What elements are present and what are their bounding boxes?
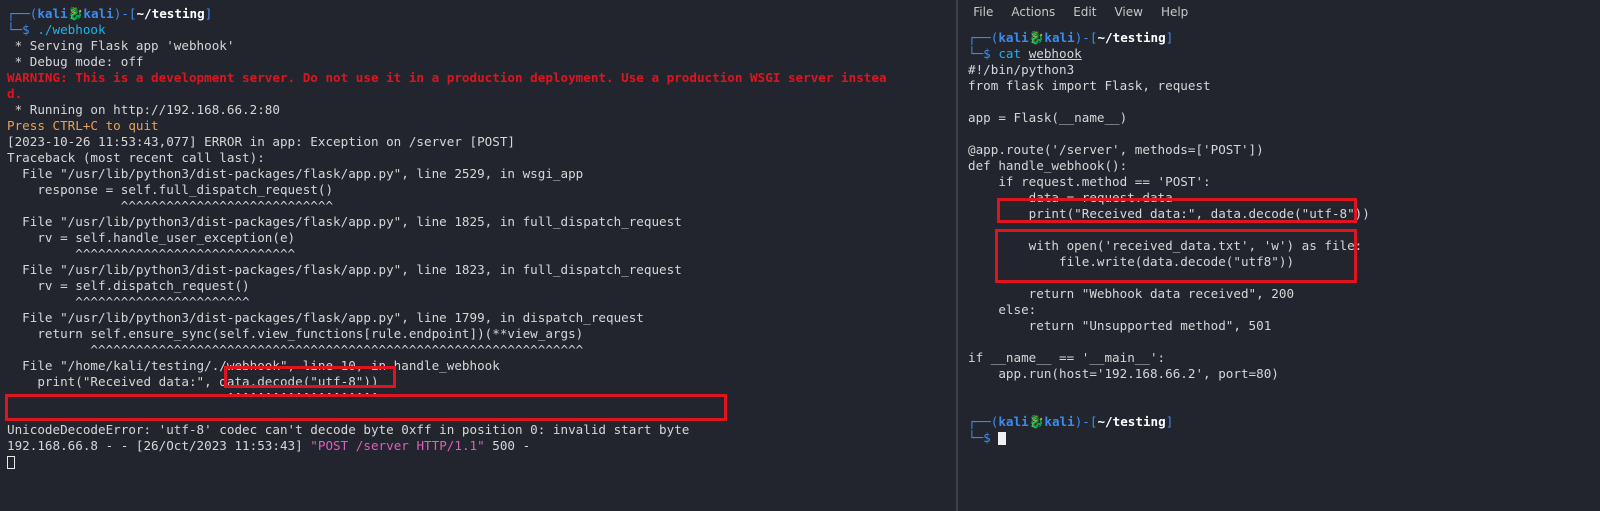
warning-line: d. [7, 86, 23, 101]
highlight-box-unicode-error [5, 394, 727, 421]
kali-dragon-icon: 🐉 [67, 6, 84, 21]
prompt-user: kali [37, 6, 68, 21]
output-line: * Debug mode: off [7, 54, 144, 69]
warning-line: WARNING: This is a development server. D… [7, 70, 887, 85]
prompt-line-bottom: └─$ [968, 430, 1370, 446]
prompt-user: kali [998, 30, 1029, 45]
traceback-line: File "/usr/lib/python3/dist-packages/fla… [7, 166, 584, 181]
kali-dragon-icon: 🐉 [1028, 30, 1045, 45]
prompt-host: kali [83, 6, 114, 21]
output-line: * Serving Flask app 'webhook' [7, 38, 235, 53]
prompt-frame: )-[ [1074, 414, 1098, 429]
traceback-line: [2023-10-26 11:53:43,077] ERROR in app: … [7, 134, 515, 149]
access-log-status: 500 - [484, 438, 531, 453]
code-line: @app.route('/server', methods=['POST']) [968, 142, 1264, 157]
command-argument: webhook [1028, 46, 1082, 61]
highlight-box-print-decode [997, 198, 1357, 223]
access-log-prefix: 192.168.66.8 - - [26/Oct/2023 11:53:43] [7, 438, 311, 453]
prompt-frame: ┌──( [7, 6, 38, 21]
prompt-frame: )-[ [1074, 30, 1098, 45]
traceback-line: File "/home/kali/testing/./webhook", lin… [7, 358, 500, 373]
traceback-line: print("Received data:", data.decode("utf… [7, 374, 379, 389]
traceback-line: return self.ensure_sync(self.view_functi… [7, 326, 584, 341]
kali-dragon-icon: 🐉 [1028, 414, 1045, 429]
traceback-line: Traceback (most recent call last): [7, 150, 265, 165]
menu-help[interactable]: Help [1161, 5, 1188, 19]
prompt-symbol: └─$ [968, 46, 991, 61]
press-quit-line: Press CTRL+C to quit [7, 118, 159, 133]
prompt-frame: ┌──( [968, 30, 999, 45]
code-line: return "Webhook data received", 200 [968, 286, 1295, 301]
prompt-line-bottom: └─$ cat webhook [968, 46, 1370, 62]
prompt-line-bottom: └─$ ./webhook [7, 22, 887, 38]
prompt-line-top: ┌──(kali🐉kali)-[~/testing] [7, 6, 887, 22]
traceback-line: File "/usr/lib/python3/dist-packages/fla… [7, 262, 682, 277]
code-line: if request.method == 'POST': [968, 174, 1211, 189]
terminal-cursor[interactable] [998, 432, 1007, 445]
command-text: ./webhook [37, 22, 106, 37]
terminal-cursor [7, 456, 15, 469]
traceback-line: rv = self.handle_user_exception(e) [7, 230, 296, 245]
code-line: app = Flask(__name__) [968, 110, 1128, 125]
prompt-line-top: ┌──(kali🐉kali)-[~/testing] [968, 30, 1370, 46]
code-line: from flask import Flask, request [968, 78, 1211, 93]
code-line: else: [968, 302, 1037, 317]
traceback-line: ^^^^^^^^^^^^^^^^^^^^^^^^^^^^^ [7, 246, 296, 261]
prompt-frame: )-[ [113, 6, 137, 21]
command-name: cat [998, 46, 1022, 61]
prompt-line-top: ┌──(kali🐉kali)-[~/testing] [968, 414, 1370, 430]
cursor-line [7, 454, 887, 470]
traceback-line: rv = self.dispatch_request() [7, 278, 250, 293]
prompt-frame: ] [204, 6, 213, 21]
running-line: * Running on http://192.168.66.2:80 [7, 102, 280, 117]
code-line: if __name__ == '__main__': [968, 350, 1166, 365]
menu-actions[interactable]: Actions [1011, 5, 1055, 19]
code-line: def handle_webhook(): [968, 158, 1128, 173]
access-log-request: "POST /server HTTP/1.1" [310, 438, 485, 453]
traceback-line: ^^^^^^^^^^^^^^^^^^^^^^^^^^^^^^^^^^^^^^^^… [7, 342, 584, 357]
code-line: return "Unsupported method", 501 [968, 318, 1272, 333]
left-terminal-pane[interactable]: ┌──(kali🐉kali)-[~/testing] └─$ ./webhook… [0, 0, 957, 511]
prompt-path: ~/testing [136, 6, 205, 21]
traceback-line: File "/usr/lib/python3/dist-packages/fla… [7, 310, 644, 325]
right-terminal-pane[interactable]: File Actions Edit View Help ┌──(kali🐉kali)-[… [958, 0, 1600, 511]
traceback-line: response = self.full_dispatch_request() [7, 182, 334, 197]
menu-view[interactable]: View [1114, 5, 1142, 19]
prompt-host: kali [1044, 30, 1075, 45]
menu-bar: File Actions Edit View Help [958, 0, 1206, 19]
traceback-line: ^^^^^^^^^^^^^^^^^^^^^^^^^^^^ [7, 198, 334, 213]
menu-edit[interactable]: Edit [1073, 5, 1096, 19]
code-line: app.run(host='192.168.66.2', port=80) [968, 366, 1279, 381]
highlight-box-file-write [995, 229, 1357, 283]
traceback-line: File "/usr/lib/python3/dist-packages/fla… [7, 214, 682, 229]
highlight-box-decode-call [224, 366, 396, 388]
prompt-host: kali [1044, 414, 1075, 429]
prompt-frame: ] [1165, 414, 1174, 429]
prompt-path: ~/testing [1097, 414, 1166, 429]
prompt-symbol: └─$ [7, 22, 30, 37]
code-line: #!/bin/python3 [968, 62, 1075, 77]
prompt-frame: ┌──( [968, 414, 999, 429]
prompt-symbol: └─$ [968, 430, 991, 445]
prompt-frame: ] [1165, 30, 1174, 45]
traceback-line: ^^^^^^^^^^^^^^^^^^^^^^^ [7, 294, 250, 309]
prompt-user: kali [998, 414, 1029, 429]
menu-file[interactable]: File [973, 5, 993, 19]
prompt-path: ~/testing [1097, 30, 1166, 45]
error-line: UnicodeDecodeError: 'utf-8' codec can't … [7, 422, 690, 437]
access-log-line: 192.168.66.8 - - [26/Oct/2023 11:53:43] … [7, 438, 887, 454]
